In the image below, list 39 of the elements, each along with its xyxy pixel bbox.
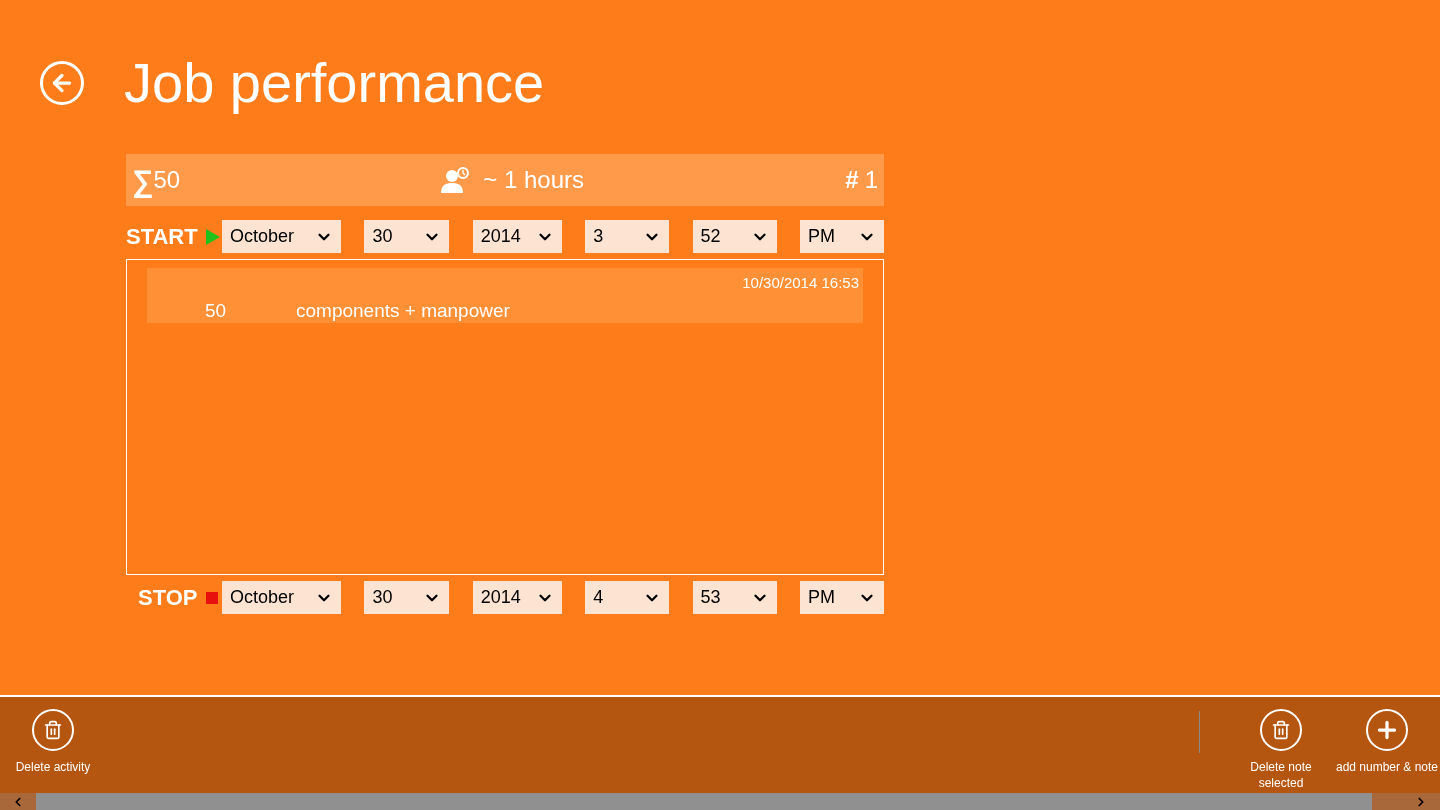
back-button[interactable] [40,61,84,105]
total-value: 50 [153,165,181,195]
command-label: Delete activity [15,759,91,775]
row-label: START [126,223,198,251]
trash-icon [1260,709,1302,751]
page-title: Job performance [124,50,545,116]
command-label: add number & note [1335,759,1439,775]
count-value: 1 [864,165,878,195]
person-clock-icon [441,167,472,193]
command-label: Delete note selected [1249,759,1313,791]
dropdown[interactable]: 2014 [472,581,562,614]
scroll-left-icon[interactable] [0,793,36,810]
dropdown[interactable]: 52 [692,220,777,253]
scrollbar[interactable] [0,793,1440,810]
command-button[interactable]: add number & note [1334,697,1440,791]
play-icon [205,228,220,245]
add-icon [1366,709,1408,751]
note-text: components + manpower [296,299,510,323]
duration: ~ 1 hours [483,165,585,195]
dropdown[interactable]: PM [799,581,884,614]
dropdown[interactable]: 53 [692,581,777,614]
scroll-right-icon[interactable] [1372,793,1440,810]
command-button[interactable]: Delete note selected [1228,697,1334,791]
dropdown[interactable]: 30 [364,581,450,614]
dropdown[interactable]: 2014 [472,220,562,253]
dropdown[interactable]: PM [799,220,884,253]
dropdown[interactable]: 30 [364,220,450,253]
sum-symbol: ∑ [132,162,154,200]
trash-icon [32,709,74,751]
command-button[interactable]: Delete activity [0,697,106,791]
dropdown[interactable]: October [222,581,341,614]
dropdown[interactable]: 3 [585,220,670,253]
note-timestamp: 10/30/2014 16:53 [742,273,859,293]
note-number: 50 [205,299,227,323]
row-label: STOP [138,584,198,612]
stop-icon [205,591,218,604]
dropdown[interactable]: 4 [585,581,670,614]
dropdown[interactable]: October [222,220,341,253]
count-symbol: # [845,165,859,195]
